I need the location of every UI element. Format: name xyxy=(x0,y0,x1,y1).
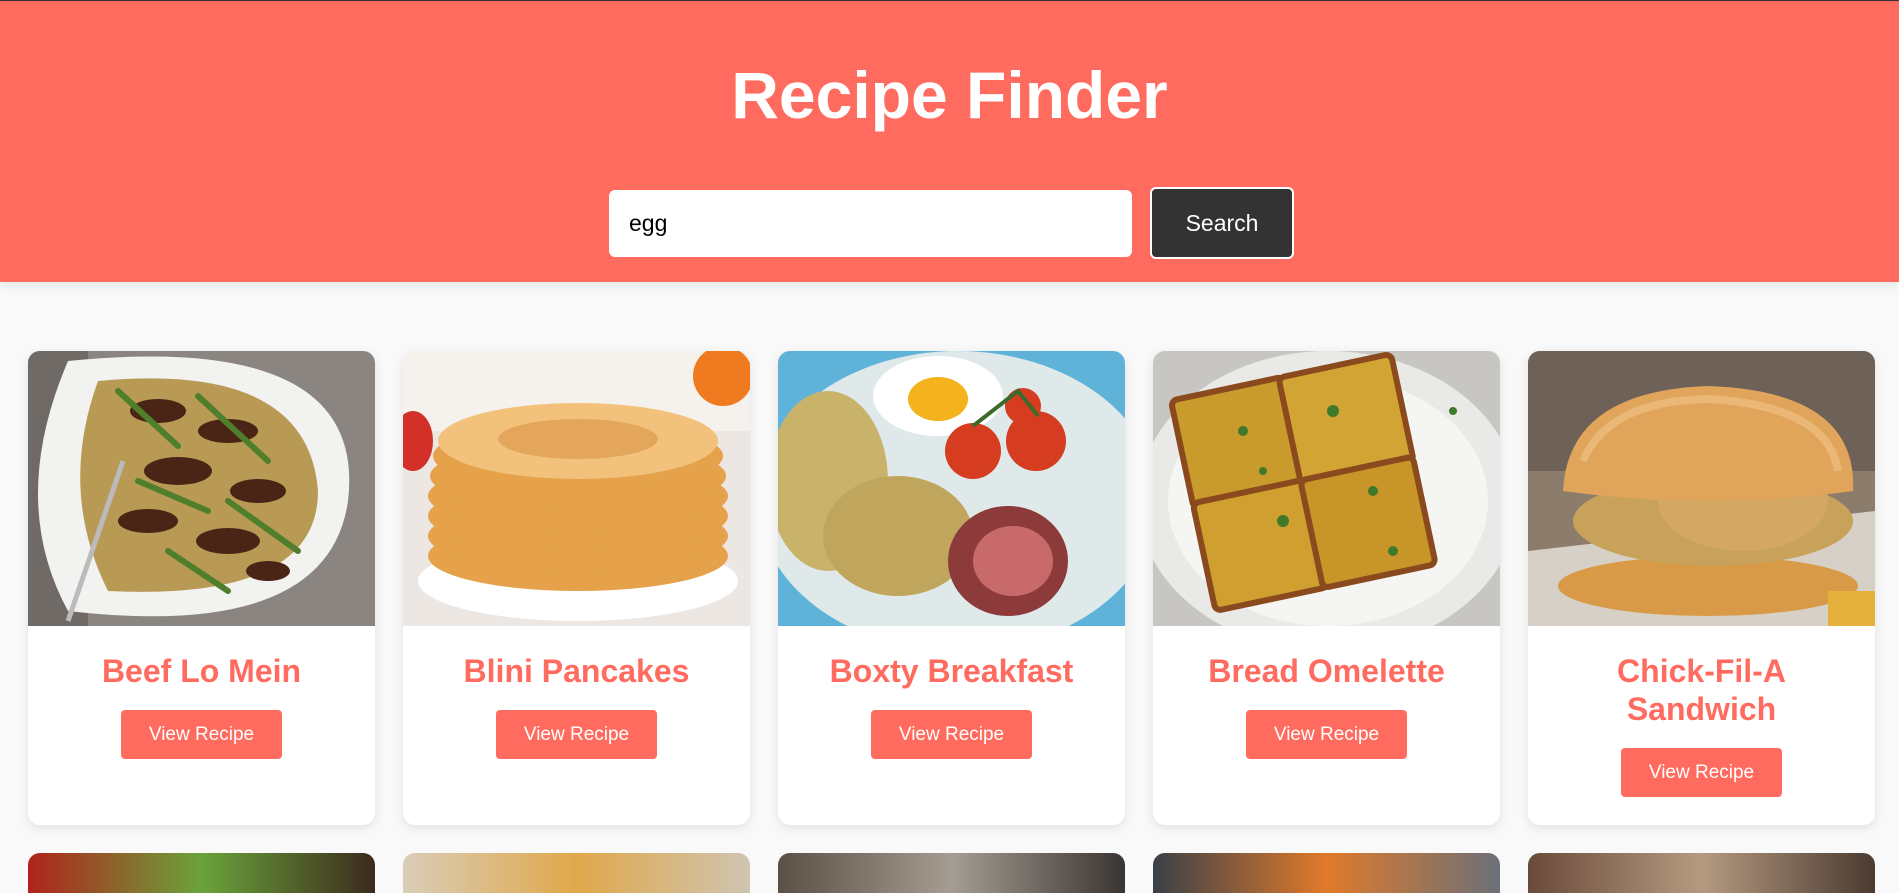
search-button[interactable]: Search xyxy=(1150,187,1294,259)
view-recipe-button[interactable]: View Recipe xyxy=(120,710,283,759)
recipe-title: Bread Omelette xyxy=(1208,653,1445,689)
view-recipe-button[interactable]: View Recipe xyxy=(1245,710,1408,759)
recipe-card-peek xyxy=(1153,853,1500,893)
recipe-image-chick-fil-a-sandwich[interactable] xyxy=(1528,351,1875,626)
recipe-card: Chick-Fil-A Sandwich View Recipe xyxy=(1528,351,1875,825)
recipe-title: Chick-Fil-A Sandwich xyxy=(1617,653,1786,727)
page-title: Recipe Finder xyxy=(731,58,1168,132)
view-recipe-button[interactable]: View Recipe xyxy=(1620,748,1783,797)
recipe-image-blini-pancakes[interactable] xyxy=(403,351,750,626)
search-bar: Search xyxy=(609,187,1294,259)
recipe-image-bread-omelette[interactable] xyxy=(1153,351,1500,626)
search-input[interactable] xyxy=(609,189,1132,257)
recipe-card: Boxty Breakfast View Recipe xyxy=(778,351,1125,825)
recipe-image-boxty-breakfast[interactable] xyxy=(778,351,1125,626)
view-recipe-button[interactable]: View Recipe xyxy=(870,710,1033,759)
recipe-image-beef-lo-mein[interactable] xyxy=(28,351,375,626)
recipe-card-peek xyxy=(1528,853,1875,893)
recipe-card: Beef Lo Mein View Recipe xyxy=(28,351,375,825)
recipe-card-peek xyxy=(403,853,750,893)
recipe-card-peek xyxy=(28,853,375,893)
page-header: Recipe Finder Search xyxy=(0,1,1899,282)
recipe-title: Beef Lo Mein xyxy=(101,653,302,689)
recipe-card-peek xyxy=(778,853,1125,893)
recipe-title: Boxty Breakfast xyxy=(829,653,1074,689)
recipe-title: Blini Pancakes xyxy=(463,653,690,689)
recipe-grid: Beef Lo Mein View Recipe Blini Pancakes … xyxy=(28,351,1875,825)
view-recipe-button[interactable]: View Recipe xyxy=(495,710,658,759)
recipe-card: Blini Pancakes View Recipe xyxy=(403,351,750,825)
recipe-card: Bread Omelette View Recipe xyxy=(1153,351,1500,825)
recipe-grid-next-row xyxy=(28,853,1875,893)
